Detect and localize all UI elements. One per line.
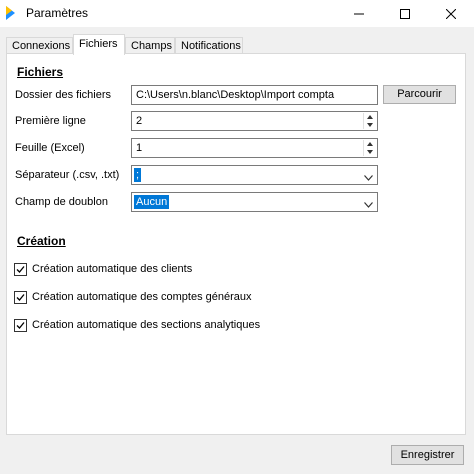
- checkmark-icon: [16, 266, 25, 273]
- doublon-value: Aucun: [134, 195, 170, 209]
- chevron-down-icon: [364, 172, 373, 184]
- creation-sections-checkbox[interactable]: [14, 319, 27, 332]
- tab-notifications[interactable]: Notifications: [175, 37, 243, 54]
- creation-clients-checkbox[interactable]: [14, 263, 27, 276]
- doublon-label: Champ de doublon: [15, 196, 108, 208]
- premiere-ligne-spinner[interactable]: [363, 113, 376, 129]
- checkmark-icon: [16, 294, 25, 301]
- close-button[interactable]: [428, 0, 474, 27]
- feuille-value: 1: [136, 142, 143, 154]
- doublon-dropdown[interactable]: Aucun: [131, 192, 378, 212]
- feuille-label: Feuille (Excel): [15, 142, 85, 154]
- feuille-spinner[interactable]: [363, 140, 376, 156]
- separateur-value: ;: [134, 168, 142, 182]
- fichiers-panel: Fichiers Dossier des fichiers C:\Users\n…: [6, 53, 466, 435]
- premiere-ligne-label: Première ligne: [15, 115, 86, 127]
- separateur-dropdown[interactable]: ;: [131, 165, 378, 185]
- creation-sections-label: Création automatique des sections analyt…: [32, 319, 261, 331]
- dossier-field[interactable]: C:\Users\n.blanc\Desktop\Import compta: [131, 85, 378, 105]
- tab-champs[interactable]: Champs: [125, 37, 175, 54]
- creation-clients-label: Création automatique des clients: [32, 263, 193, 275]
- checkmark-icon: [16, 322, 25, 329]
- spin-up-icon[interactable]: [364, 113, 376, 121]
- premiere-ligne-value: 2: [136, 115, 143, 127]
- creation-comptes-label: Création automatique des comptes générau…: [32, 291, 252, 303]
- maximize-button[interactable]: [382, 0, 428, 27]
- window-title: Paramètres: [26, 6, 89, 20]
- feuille-stepper[interactable]: 1: [131, 138, 378, 158]
- spin-down-icon[interactable]: [364, 121, 376, 129]
- creation-section-title: Création: [17, 234, 66, 248]
- premiere-ligne-stepper[interactable]: 2: [131, 111, 378, 131]
- chevron-down-icon: [364, 199, 373, 211]
- spin-down-icon[interactable]: [364, 148, 376, 156]
- tab-connexions[interactable]: Connexions: [6, 37, 73, 54]
- dossier-label: Dossier des fichiers: [15, 89, 111, 101]
- fichiers-section-title: Fichiers: [17, 65, 64, 79]
- close-icon: [446, 8, 456, 19]
- tab-fichiers[interactable]: Fichiers: [73, 34, 125, 55]
- save-button[interactable]: Enregistrer: [391, 445, 464, 465]
- spin-up-icon[interactable]: [364, 140, 376, 148]
- minimize-icon: [354, 13, 364, 14]
- creation-comptes-checkbox[interactable]: [14, 291, 27, 304]
- maximize-icon: [400, 8, 410, 19]
- minimize-button[interactable]: [336, 0, 382, 27]
- separateur-label: Séparateur (.csv, .txt): [15, 169, 120, 181]
- parcourir-button[interactable]: Parcourir: [383, 85, 456, 104]
- app-logo-icon: [5, 5, 21, 21]
- title-bar: Paramètres: [0, 0, 474, 27]
